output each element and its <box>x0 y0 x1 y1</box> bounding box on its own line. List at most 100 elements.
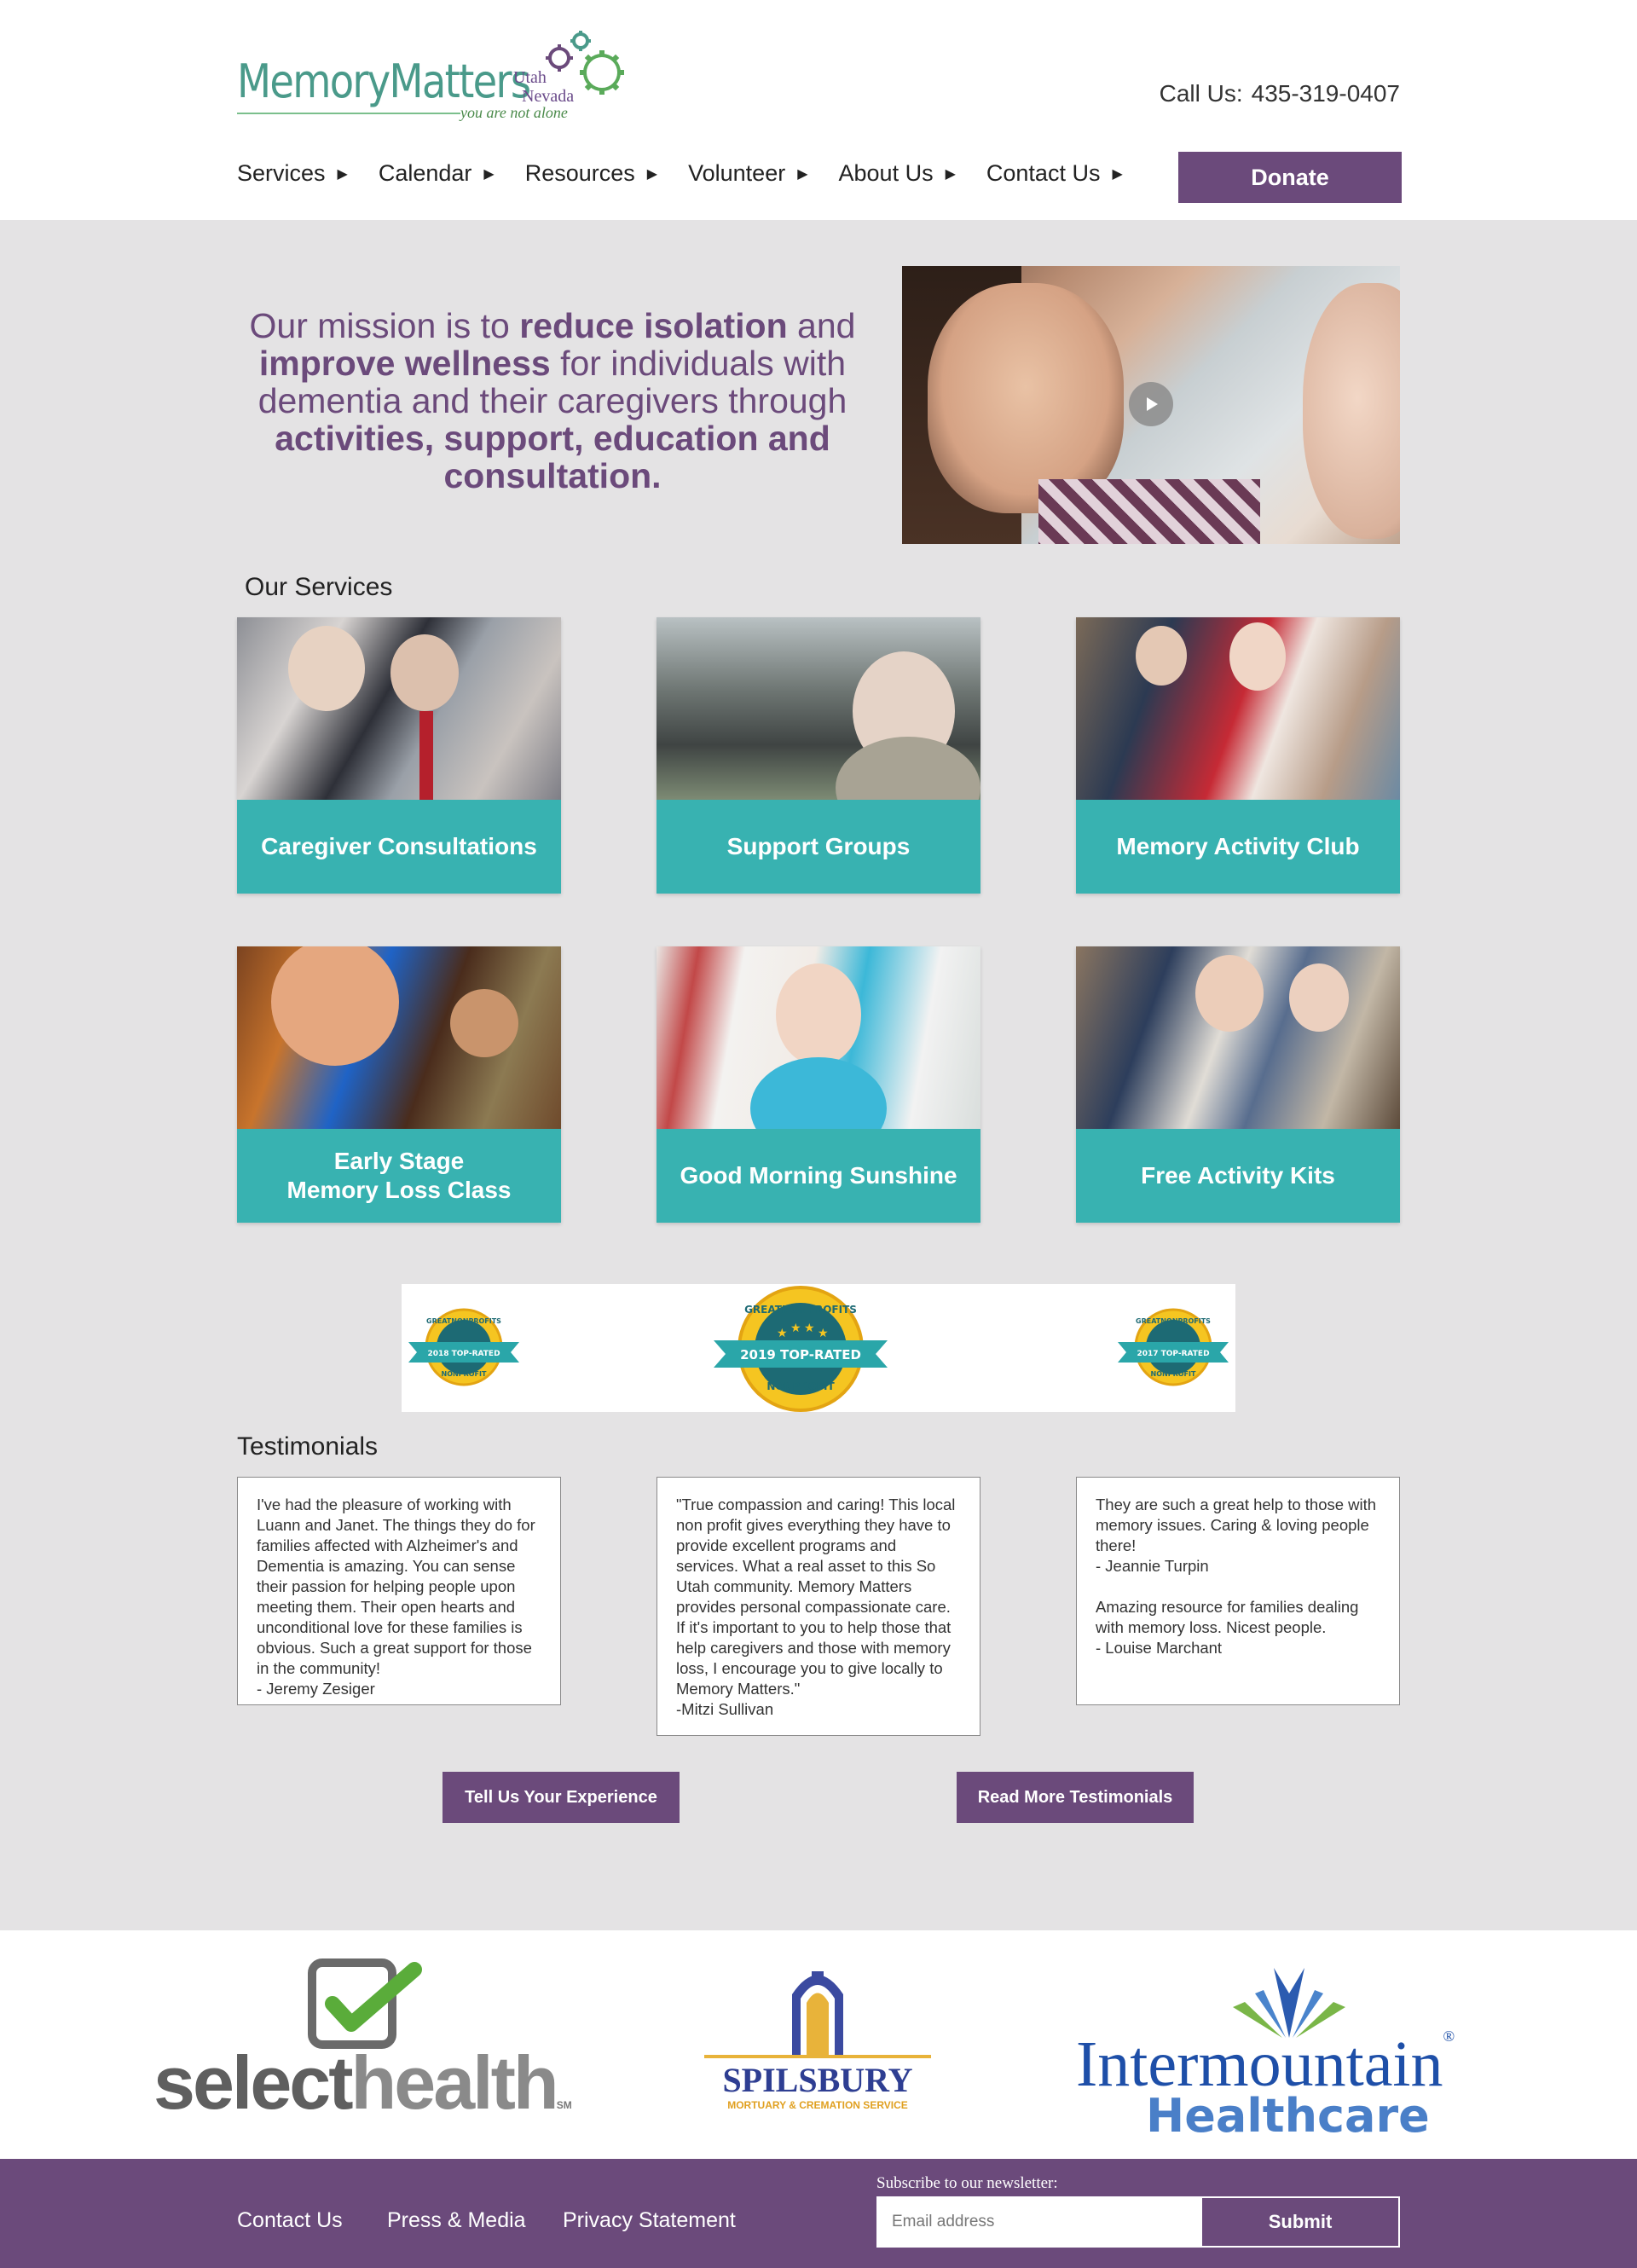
service-card-free-activity-kits[interactable]: Free Activity Kits <box>1076 946 1400 1223</box>
greatnonprofits-2019-badge: GREATNONPROFITS ★ ★ ★ ★ 2019 TOP-RATED NONP… <box>714 1286 888 1412</box>
service-label: Memory Activity Club <box>1076 800 1400 894</box>
service-photo <box>1076 617 1400 800</box>
photo-detail <box>836 737 980 800</box>
service-card-good-morning-sunshine[interactable]: Good Morning Sunshine <box>657 946 980 1223</box>
photo-detail <box>776 963 861 1066</box>
service-card-support-groups[interactable]: Support Groups <box>657 617 980 894</box>
triangle-right-icon: ▶ <box>337 166 348 182</box>
email-input[interactable] <box>878 2198 1202 2246</box>
service-photo <box>657 946 980 1129</box>
read-more-testimonials-button[interactable]: Read More Testimonials <box>957 1772 1194 1823</box>
selecthealth-health: health <box>350 2040 559 2125</box>
spilsbury-subtitle: MORTUARY & CREMATION SERVICE <box>727 2099 908 2111</box>
svg-text:★: ★ <box>777 1327 788 1340</box>
donate-button[interactable]: Donate <box>1178 152 1402 203</box>
spilsbury-name: SPILSBURY <box>722 2061 913 2099</box>
photo-detail <box>450 989 518 1057</box>
nav-label: About Us <box>838 160 934 186</box>
footer-link-contact-us[interactable]: Contact Us <box>237 2208 343 2233</box>
nav-contact-us[interactable]: Contact Us ▶ <box>986 160 1123 187</box>
logo-underline <box>237 113 460 114</box>
main-nav: Services ▶ Calendar ▶ Resources ▶ Volunteer… <box>237 160 1154 187</box>
nav-label: Calendar <box>378 160 472 186</box>
logo-wordmark: MemoryMatters <box>237 55 531 108</box>
mission-emphasis: reduce isolation <box>519 306 788 345</box>
mission-statement: Our mission is to reduce isolation and i… <box>237 307 868 495</box>
triangle-right-icon: ▶ <box>945 166 956 182</box>
service-photo <box>1076 946 1400 1129</box>
badge-banner-text: 2019 TOP-RATED <box>740 1347 861 1363</box>
nav-about-us[interactable]: About Us ▶ <box>839 160 956 187</box>
memory-matters-logo[interactable]: MemoryMatters Utah Nevada you are not al… <box>237 26 629 128</box>
spilsbury-logo[interactable]: SPILSBURY MORTUARY & CREMATION SERVICE <box>704 1964 931 2118</box>
service-label: Free Activity Kits <box>1076 1129 1400 1223</box>
nav-volunteer[interactable]: Volunteer ▶ <box>688 160 807 187</box>
call-us-label: Call Us: <box>1159 80 1243 107</box>
photo-detail <box>288 626 365 711</box>
footer-link-privacy-statement[interactable]: Privacy Statement <box>563 2208 736 2233</box>
service-card-caregiver-consultations[interactable]: Caregiver Consultations <box>237 617 561 894</box>
nav-label: Services <box>237 160 326 186</box>
gears-icon <box>546 31 624 95</box>
site-footer: Contact Us Press & Media Privacy Stateme… <box>0 2159 1637 2268</box>
mission-emphasis: activities, support, education and consu… <box>275 419 830 495</box>
testimonials-title: Testimonials <box>237 1432 379 1461</box>
newsletter-form: Submit <box>876 2196 1400 2248</box>
photo-detail <box>1289 963 1349 1032</box>
service-label: Support Groups <box>657 800 980 894</box>
svg-text:★: ★ <box>818 1327 829 1340</box>
service-card-memory-activity-club[interactable]: Memory Activity Club <box>1076 617 1400 894</box>
phone-number[interactable]: 435-319-0407 <box>1252 80 1400 107</box>
services-title: Our Services <box>245 573 393 601</box>
sponsors-section: selecthealthSM SPILSBURY MORTUARY & CREM… <box>0 1930 1637 2159</box>
badge-banner-text: 2018 TOP-RATED <box>427 1350 500 1358</box>
badge-top-text: GREATNONPROFITS <box>744 1304 857 1316</box>
intermountain-healthcare-logo[interactable]: Intermountain® Healthcare <box>1076 1959 1519 2143</box>
video-thumbnail-part <box>1303 283 1400 539</box>
service-photo <box>237 617 561 800</box>
footer-link-press-media[interactable]: Press & Media <box>387 2208 526 2233</box>
video-thumbnail-part <box>1038 479 1260 544</box>
service-photo <box>657 617 980 800</box>
selecthealth-wordmark: selecthealthSM <box>153 2039 572 2126</box>
nav-calendar[interactable]: Calendar ▶ <box>379 160 495 187</box>
service-photo <box>237 946 561 1129</box>
photo-detail <box>419 711 433 800</box>
testimonial-card: They are such a great help to those with… <box>1076 1477 1400 1705</box>
triangle-right-icon: ▶ <box>1112 166 1123 182</box>
main-content: Our mission is to reduce isolation and i… <box>0 220 1637 1930</box>
service-label: Good Morning Sunshine <box>657 1129 980 1223</box>
mission-video[interactable] <box>902 266 1400 544</box>
photo-detail <box>1195 955 1264 1032</box>
greatnonprofits-2017-badge: GREATNONPROFITS 2017 TOP-RATED NONPROFIT <box>1118 1308 1229 1386</box>
photo-detail <box>1229 622 1286 691</box>
badge-top-text: GREATNONPROFITS <box>1136 1317 1211 1325</box>
play-button[interactable] <box>1129 382 1173 426</box>
badge-bottom-text: NONPROFIT <box>442 1370 487 1378</box>
photo-detail <box>390 634 459 711</box>
triangle-right-icon: ▶ <box>646 166 658 182</box>
nav-label: Contact Us <box>986 160 1101 186</box>
testimonial-card: "True compassion and caring! This local … <box>657 1477 980 1736</box>
badge-bottom-text: NONPROFIT <box>766 1380 835 1392</box>
tell-us-your-experience-button[interactable]: Tell Us Your Experience <box>443 1772 680 1823</box>
badge-bottom-text: NONPROFIT <box>1151 1370 1196 1378</box>
submit-button[interactable]: Submit <box>1202 2198 1398 2246</box>
service-label: Early Stage Memory Loss Class <box>237 1129 561 1223</box>
newsletter-label: Subscribe to our newsletter: <box>876 2174 1058 2192</box>
service-card-early-stage-memory-loss-class[interactable]: Early Stage Memory Loss Class <box>237 946 561 1223</box>
mission-emphasis: improve wellness <box>258 344 551 383</box>
photo-detail <box>1136 626 1187 686</box>
nav-services[interactable]: Services ▶ <box>237 160 348 187</box>
photo-detail <box>271 946 399 1066</box>
greatnonprofits-2018-badge: GREATNONPROFITS 2018 TOP-RATED NONPROFIT <box>408 1308 519 1386</box>
svg-text:★: ★ <box>790 1322 801 1335</box>
nav-label: Volunteer <box>688 160 786 186</box>
badge-banner-text: 2017 TOP-RATED <box>1137 1350 1209 1358</box>
triangle-right-icon: ▶ <box>483 166 495 182</box>
intermountain-mark: ® <box>1443 2028 1455 2045</box>
nav-resources[interactable]: Resources ▶ <box>525 160 657 187</box>
selecthealth-logo[interactable]: selecthealthSM <box>153 1956 580 2135</box>
spilsbury-rule <box>704 2055 931 2058</box>
badge-top-text: GREATNONPROFITS <box>426 1317 501 1325</box>
